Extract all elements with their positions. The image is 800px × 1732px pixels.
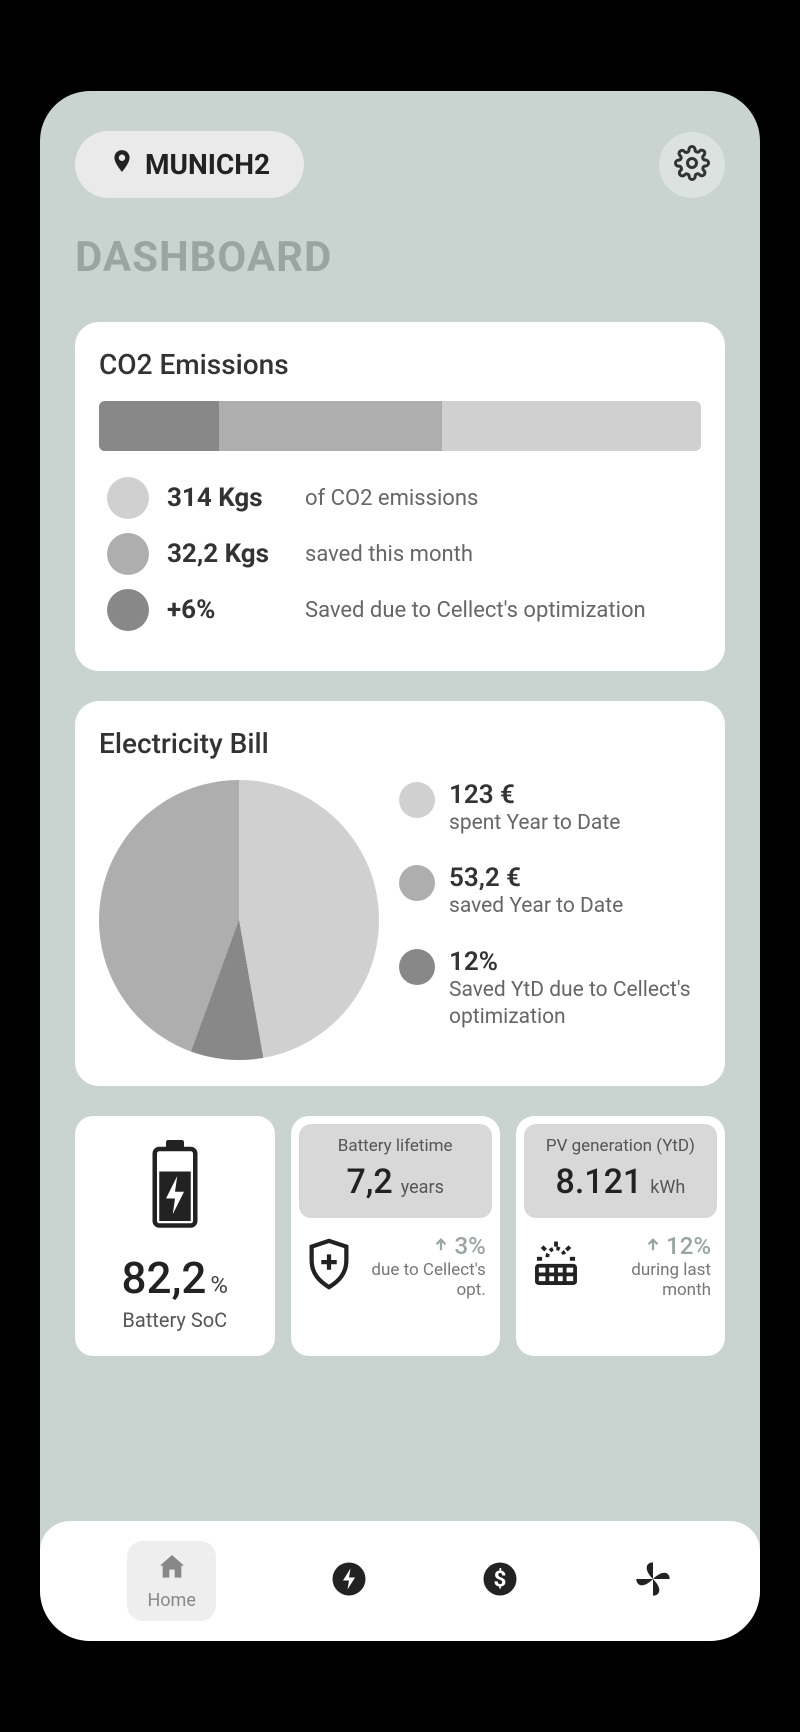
app-screen: MUNICH2 DASHBOARD CO2 Emissions 314 Kgs …	[40, 91, 760, 1641]
bill-legend: 123 € spent Year to Date 53,2 € saved Ye…	[399, 780, 701, 1060]
legend-label: Saved due to Cellect's optimization	[305, 598, 646, 623]
pinwheel-icon	[633, 1559, 673, 1604]
soc-value: 82,2	[122, 1252, 207, 1304]
topbar: MUNICH2	[75, 131, 725, 198]
legend-value: 314 Kgs	[167, 483, 287, 513]
bill-body: 123 € spent Year to Date 53,2 € saved Ye…	[99, 780, 701, 1060]
delta-value: 3%	[454, 1232, 485, 1260]
home-icon	[156, 1551, 188, 1588]
legend-item: +6% Saved due to Cellect's optimization	[107, 589, 701, 631]
stat-value: 8.121	[556, 1162, 643, 1202]
legend-item: 123 € spent Year to Date	[399, 780, 701, 837]
legend-dot-icon	[107, 533, 149, 575]
shield-plus-icon	[305, 1237, 353, 1295]
legend-value: 123 €	[449, 780, 620, 810]
co2-card[interactable]: CO2 Emissions 314 Kgs of CO2 emissions 3…	[75, 322, 725, 671]
legend-label: spent Year to Date	[449, 811, 620, 835]
gear-icon	[674, 145, 710, 185]
legend-dot-icon	[107, 477, 149, 519]
soc-label: Battery SoC	[122, 1308, 228, 1332]
battery-icon	[148, 1140, 202, 1234]
electricity-bill-card[interactable]: Electricity Bill 123 € spent Year to Dat…	[75, 701, 725, 1086]
battery-soc-card[interactable]: 82,2% Battery SoC	[75, 1116, 275, 1356]
stat-top: PV generation (YtD) 8.121 kWh	[524, 1124, 717, 1218]
svg-text:$: $	[493, 1566, 506, 1592]
dollar-circle-icon: $	[482, 1561, 518, 1602]
stat-title: PV generation (YtD)	[534, 1136, 707, 1156]
stat-title: Battery lifetime	[309, 1136, 482, 1156]
co2-bar	[99, 401, 701, 451]
nav-money[interactable]: $	[482, 1561, 518, 1602]
co2-bar-dark	[99, 401, 219, 451]
co2-legend: 314 Kgs of CO2 emissions 32,2 Kgs saved …	[99, 477, 701, 631]
stat-value: 7,2	[346, 1162, 392, 1202]
battery-lifetime-card[interactable]: Battery lifetime 7,2 years	[291, 1116, 500, 1356]
nav-home[interactable]: Home	[127, 1541, 215, 1621]
stat-bottom: 3% due to Cellect's opt.	[299, 1228, 492, 1307]
stat-bottom: 12% during last month	[524, 1228, 717, 1307]
legend-dot-icon	[107, 589, 149, 631]
co2-title: CO2 Emissions	[99, 348, 701, 381]
legend-label: Saved YtD due to Cellect's optimization	[449, 978, 691, 1029]
delta-label: due to Cellect's opt.	[361, 1260, 486, 1301]
legend-value: +6%	[167, 595, 287, 625]
settings-button[interactable]	[659, 132, 725, 198]
stat-unit: years	[401, 1177, 444, 1198]
legend-dot-icon	[399, 782, 435, 818]
stat-unit: kWh	[650, 1177, 685, 1198]
delta-label: during last month	[590, 1260, 711, 1301]
delta-value: 12%	[666, 1232, 711, 1260]
bill-pie-chart	[99, 780, 379, 1060]
location-selector[interactable]: MUNICH2	[75, 131, 304, 198]
legend-dot-icon	[399, 949, 435, 985]
solar-panel-icon	[530, 1237, 582, 1295]
legend-dot-icon	[399, 865, 435, 901]
legend-item: 12% Saved YtD due to Cellect's optimizat…	[399, 947, 701, 1032]
bill-title: Electricity Bill	[99, 727, 701, 760]
bottom-nav: Home $	[40, 1521, 760, 1641]
legend-label: saved Year to Date	[449, 894, 623, 918]
pv-generation-card[interactable]: PV generation (YtD) 8.121 kWh	[516, 1116, 725, 1356]
location-pin-icon	[109, 145, 135, 184]
legend-value: 12%	[449, 947, 701, 977]
legend-value: 53,2 €	[449, 863, 623, 893]
arrow-up-icon	[644, 1232, 662, 1260]
legend-item: 314 Kgs of CO2 emissions	[107, 477, 701, 519]
legend-label: saved this month	[305, 542, 473, 567]
soc-unit: %	[210, 1271, 228, 1299]
stats-row: 82,2% Battery SoC Battery lifetime 7,2 y…	[75, 1116, 725, 1356]
stat-top: Battery lifetime 7,2 years	[299, 1124, 492, 1218]
arrow-up-icon	[432, 1232, 450, 1260]
legend-label: of CO2 emissions	[305, 486, 478, 511]
bolt-circle-icon	[331, 1561, 367, 1602]
legend-item: 53,2 € saved Year to Date	[399, 863, 701, 920]
location-name: MUNICH2	[145, 148, 270, 181]
legend-item: 32,2 Kgs saved this month	[107, 533, 701, 575]
legend-value: 32,2 Kgs	[167, 539, 287, 569]
nav-label: Home	[147, 1590, 195, 1611]
nav-fan[interactable]	[633, 1559, 673, 1604]
page-title: DASHBOARD	[75, 233, 725, 282]
nav-energy[interactable]	[331, 1561, 367, 1602]
